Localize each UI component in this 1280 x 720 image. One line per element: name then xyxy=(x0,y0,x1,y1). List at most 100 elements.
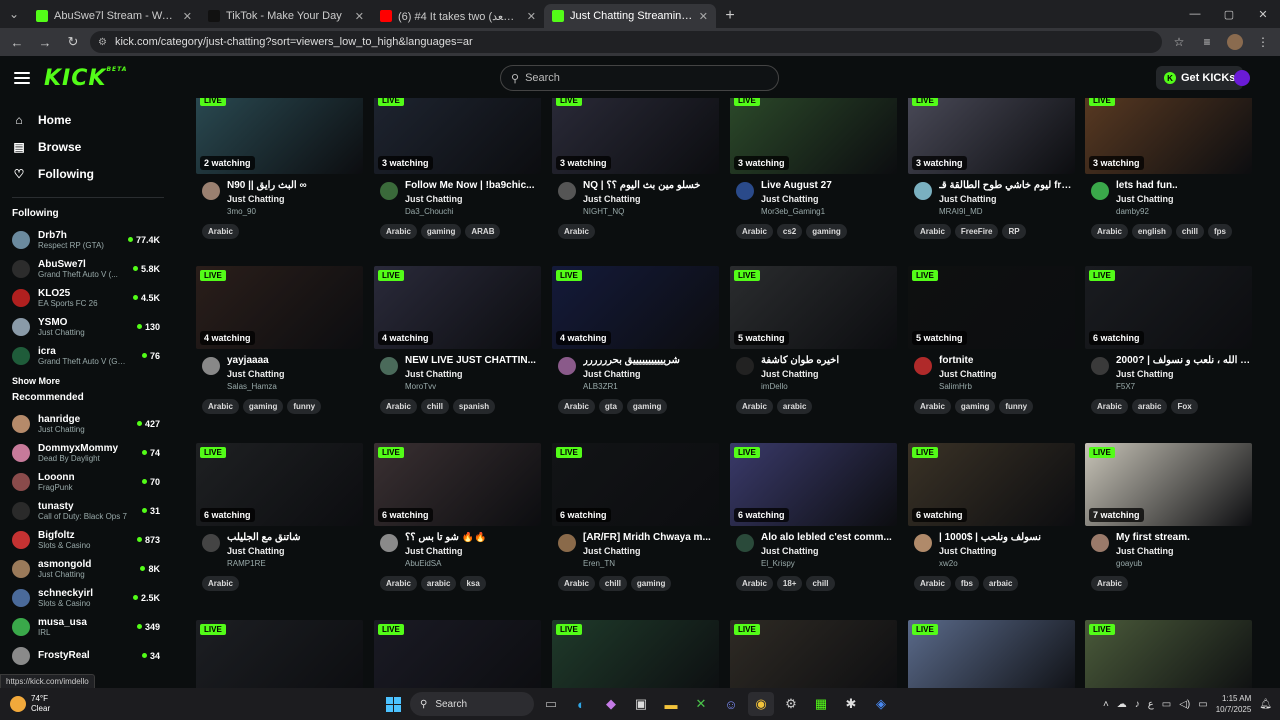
stream-category[interactable]: Just Chatting xyxy=(761,369,897,379)
stream-tag[interactable]: funny xyxy=(287,399,322,414)
stream-title[interactable]: [AR/FR] Mridh Chwaya m... xyxy=(583,532,719,543)
stream-tag[interactable]: ksa xyxy=(460,576,486,591)
show-more-link[interactable]: Show More xyxy=(0,376,176,386)
stream-category[interactable]: Just Chatting xyxy=(405,369,541,379)
streamer-avatar[interactable] xyxy=(380,534,398,552)
stream-card[interactable]: LIVE 6 watching Alo alo lebled c'est comm.… xyxy=(730,443,897,591)
stream-category[interactable]: Just Chatting xyxy=(227,546,363,556)
stream-thumbnail[interactable]: LIVE 3 watching xyxy=(552,98,719,174)
streamer-avatar[interactable] xyxy=(914,357,932,375)
stream-title[interactable]: fortnite xyxy=(939,355,1075,366)
streamer-avatar[interactable] xyxy=(380,357,398,375)
stream-category[interactable]: Just Chatting xyxy=(1116,194,1252,204)
browser-tab[interactable]: (6) #4 It takes two (مع سعد) ✕ xyxy=(372,4,544,28)
tab-close-icon[interactable]: ✕ xyxy=(183,10,192,23)
app-green-icon[interactable]: ▦ xyxy=(808,692,834,716)
stream-tag[interactable]: gaming xyxy=(420,224,462,239)
stream-category[interactable]: Just Chatting xyxy=(583,369,719,379)
stream-title[interactable]: yayjaaaa xyxy=(227,355,363,366)
stream-category[interactable]: Just Chatting xyxy=(227,369,363,379)
stream-tag[interactable]: gaming xyxy=(806,224,847,239)
streamer-avatar[interactable] xyxy=(914,182,932,200)
streamer-name[interactable]: ALB3ZR1 xyxy=(583,382,719,391)
streamer-avatar[interactable] xyxy=(1091,534,1109,552)
stream-thumbnail[interactable]: LIVE xyxy=(1085,620,1252,688)
site-info-icon[interactable]: ⚙ xyxy=(98,37,107,48)
stream-tag[interactable]: Arabic xyxy=(736,224,773,239)
streamer-name[interactable]: NIGHT_NQ xyxy=(583,207,719,216)
stream-thumbnail[interactable]: LIVE 6 watching xyxy=(196,443,363,526)
sidebar-channel[interactable]: musa_usa IRL 349 xyxy=(0,612,176,641)
stream-category[interactable]: Just Chatting xyxy=(583,546,719,556)
stream-tag[interactable]: Arabic xyxy=(202,399,239,414)
tab-close-icon[interactable]: ✕ xyxy=(527,10,536,23)
stream-title[interactable]: Follow Me Now | !ba9chic... xyxy=(405,180,541,191)
xbox-icon[interactable]: ✕ xyxy=(688,692,714,716)
stream-card[interactable]: LIVE 3 watching ليوم خاشي طوح الطالقة قـ f… xyxy=(908,98,1075,239)
streamer-avatar[interactable] xyxy=(1091,182,1109,200)
streamer-name[interactable]: goayub xyxy=(1116,559,1252,568)
streamer-name[interactable]: xw2o xyxy=(939,559,1075,568)
stream-title[interactable]: lets had fun.. xyxy=(1116,180,1252,191)
stream-tag[interactable]: chill xyxy=(806,576,835,591)
sidebar-channel[interactable]: Drb7h Respect RP (GTA) 77.4K xyxy=(0,225,176,254)
stream-card[interactable]: LIVE xyxy=(374,620,541,688)
stream-tag[interactable]: Arabic xyxy=(380,224,417,239)
streamer-avatar[interactable] xyxy=(202,357,220,375)
sidebar-channel[interactable]: YSMO Just Chatting 130 xyxy=(0,312,176,341)
new-tab-button[interactable]: + xyxy=(716,4,744,28)
kick-logo[interactable]: KICKBETA xyxy=(44,66,127,91)
microphone-icon[interactable]: ♪ xyxy=(1135,699,1140,710)
edge-icon[interactable]: ◐ xyxy=(568,692,594,716)
stream-tag[interactable]: Arabic xyxy=(380,399,417,414)
stream-tag[interactable]: Arabic xyxy=(558,399,595,414)
stream-card[interactable]: LIVE 4 watching شريييييييييييق بحرررررر Jus… xyxy=(552,266,719,414)
stream-title[interactable]: NEW LIVE JUST CHATTIN... xyxy=(405,355,541,366)
stream-tag[interactable]: gaming xyxy=(242,399,284,414)
sidebar-channel[interactable]: schneckyirl Slots & Casino 2.5K xyxy=(0,583,176,612)
stream-thumbnail[interactable]: LIVE 5 watching xyxy=(908,266,1075,349)
stream-category[interactable]: Just Chatting xyxy=(939,369,1075,379)
get-kicks-button[interactable]: K Get KICKs xyxy=(1156,66,1244,90)
stream-category[interactable]: Just Chatting xyxy=(1116,546,1252,556)
stream-thumbnail[interactable]: LIVE 7 watching xyxy=(1085,443,1252,526)
stream-thumbnail[interactable]: LIVE 3 watching xyxy=(908,98,1075,174)
stream-tag[interactable]: chill xyxy=(1175,224,1204,239)
volume-icon[interactable]: ◁) xyxy=(1179,699,1190,710)
streamer-avatar[interactable] xyxy=(558,182,576,200)
stream-tag[interactable]: funny xyxy=(999,399,1034,414)
back-icon[interactable]: ← xyxy=(6,31,28,53)
streamer-name[interactable]: MRAI9I_MD xyxy=(939,207,1075,216)
battery-icon[interactable]: ▭ xyxy=(1198,699,1207,710)
stream-tag[interactable]: ARAB xyxy=(465,224,501,239)
sidebar-channel[interactable]: AbuSwe7l Grand Theft Auto V (... 5.8K xyxy=(0,254,176,283)
streamer-name[interactable]: Salas_Hamza xyxy=(227,382,363,391)
stream-thumbnail[interactable]: LIVE xyxy=(374,620,541,688)
streamer-name[interactable]: MoroTvv xyxy=(405,382,541,391)
url-field[interactable]: ⚙ kick.com/category/just-chatting?sort=v… xyxy=(90,31,1162,53)
stream-card[interactable]: LIVE 6 watching شاتنق مع الجليلب Just Chatt… xyxy=(196,443,363,591)
streamer-name[interactable]: damby92 xyxy=(1116,207,1252,216)
menu-icon[interactable] xyxy=(14,72,30,84)
stream-tag[interactable]: spanish xyxy=(452,399,496,414)
chrome-icon[interactable]: ◉ xyxy=(748,692,774,716)
stream-card[interactable]: LIVE 3 watching Live August 27 Just Chattin… xyxy=(730,98,897,239)
stream-card[interactable]: LIVE xyxy=(730,620,897,688)
stream-card[interactable]: LIVE 5 watching اخيره طوان كاشفة Just Chatt… xyxy=(730,266,897,414)
streamer-avatar[interactable] xyxy=(914,534,932,552)
stream-tag[interactable]: arabic xyxy=(1131,399,1168,414)
stream-thumbnail[interactable]: LIVE 6 watching xyxy=(730,443,897,526)
browser-tab[interactable]: TikTok - Make Your Day ✕ xyxy=(200,4,372,28)
streamer-avatar[interactable] xyxy=(558,534,576,552)
stream-tag[interactable]: english xyxy=(1131,224,1172,239)
stream-card[interactable]: LIVE 6 watching | 1000$ | نسولف ونلحب Just … xyxy=(908,443,1075,591)
stream-card[interactable]: LIVE xyxy=(196,620,363,688)
language-indicator[interactable]: ع xyxy=(1148,699,1154,710)
stream-tag[interactable]: Arabic xyxy=(736,399,773,414)
stream-tag[interactable]: fps xyxy=(1207,224,1232,239)
tray-chevron-icon[interactable]: ˄ xyxy=(1103,699,1109,710)
stream-category[interactable]: Just Chatting xyxy=(227,194,363,204)
stream-tag[interactable]: Arabic xyxy=(202,576,239,591)
discord-icon[interactable]: ☺ xyxy=(718,692,744,716)
stream-thumbnail[interactable]: LIVE 6 watching xyxy=(552,443,719,526)
